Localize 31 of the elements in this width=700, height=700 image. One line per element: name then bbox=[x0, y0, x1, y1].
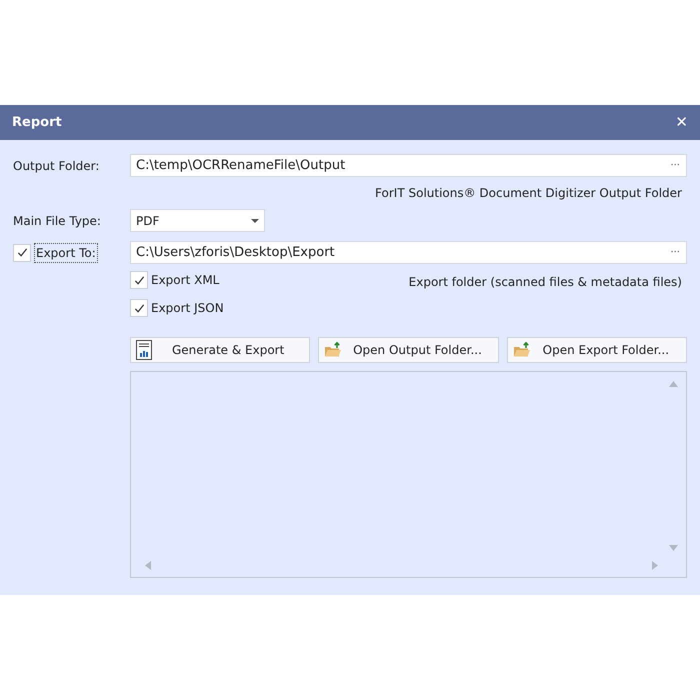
checkbox[interactable] bbox=[13, 244, 31, 262]
export-folder-field[interactable]: C:\Users\zforis\Desktop\Export ··· bbox=[130, 241, 687, 264]
checkbox[interactable] bbox=[130, 271, 148, 289]
checkmark-icon bbox=[134, 274, 144, 286]
scroll-down-icon[interactable] bbox=[669, 545, 678, 551]
dropdown-arrow-icon bbox=[251, 218, 259, 222]
scroll-left-icon[interactable] bbox=[145, 561, 151, 570]
hint-text: Export folder (scanned files & metadata files) bbox=[408, 274, 682, 291]
scroll-right-icon[interactable] bbox=[652, 561, 658, 570]
checkbox[interactable] bbox=[130, 299, 148, 317]
scroll-up-icon[interactable] bbox=[669, 381, 678, 387]
checkbox-label: Export To: bbox=[34, 242, 98, 262]
checkbox-label: Export JSON bbox=[151, 300, 224, 317]
action-button[interactable]: Generate & Export bbox=[130, 337, 310, 363]
checkbox-label: Export XML bbox=[151, 272, 220, 289]
browse-button[interactable]: ··· bbox=[670, 158, 680, 173]
close-button[interactable]: ✕ bbox=[675, 111, 688, 134]
checkmark-icon bbox=[16, 247, 28, 258]
action-button[interactable]: Open Output Folder... bbox=[318, 337, 499, 363]
browse-button[interactable]: ··· bbox=[670, 245, 680, 260]
field-label: Main File Type: bbox=[13, 212, 102, 230]
action-button[interactable]: Open Export Folder... bbox=[506, 337, 687, 363]
field-label: Output Folder: bbox=[13, 158, 100, 174]
checkmark-icon bbox=[134, 302, 144, 314]
file-type-dropdown[interactable]: PDF bbox=[130, 209, 265, 232]
window-title: Report bbox=[12, 114, 62, 132]
report-icon bbox=[136, 340, 152, 360]
folder-icon bbox=[512, 342, 531, 358]
output-folder-field[interactable]: C:\temp\OCRRenameFile\Output ··· bbox=[130, 154, 687, 177]
folder-icon bbox=[324, 342, 342, 358]
hint-text: ForIT Solutions® Document Digitizer Output Folder bbox=[375, 185, 682, 202]
